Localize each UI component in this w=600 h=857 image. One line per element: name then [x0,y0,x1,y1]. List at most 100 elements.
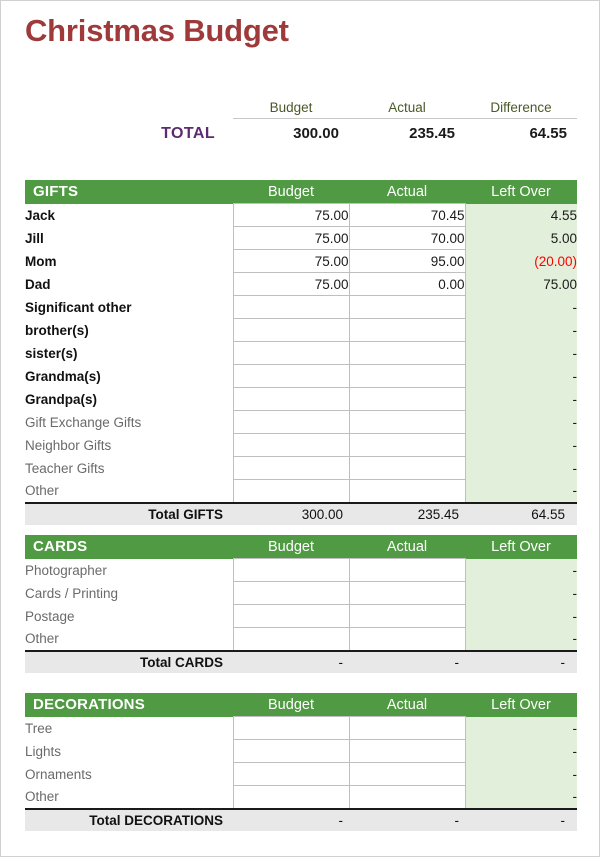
budget-cell[interactable]: 75.00 [232,272,350,296]
row-label: Ornaments [25,766,92,782]
column-header-budget: Budget [233,535,349,559]
actual-cell[interactable] [348,479,466,504]
row-label: Jack [25,207,56,223]
budget-cell[interactable] [232,318,350,342]
table-row: Jack 75.00 70.45 4.55 [25,203,577,227]
actual-cell[interactable] [348,762,466,786]
actual-cell[interactable] [348,387,466,411]
actual-cell[interactable] [348,341,466,365]
table-row: Neighbor Gifts - [25,433,577,457]
left-over-cell: - [465,785,577,809]
budget-cell[interactable] [232,604,350,628]
page-title: Christmas Budget [25,13,289,48]
section-gifts: GIFTS Budget Actual Left Over Jack 75.00 70.45… [25,180,577,525]
section-total-row: Total DECORATIONS - - - [25,808,577,831]
budget-cell[interactable] [232,295,350,319]
actual-cell[interactable] [348,318,466,342]
row-label: Other [25,483,59,499]
section-total-label: Total CARDS [25,650,233,673]
left-over-cell: 5.00 [465,226,577,250]
row-label: Cards / Printing [25,585,119,601]
budget-worksheet: Christmas Budget Budget Actual Differenc… [0,0,600,857]
column-header-left-over: Left Over [465,693,577,717]
left-over-cell: - [465,581,577,605]
actual-cell[interactable] [348,604,466,628]
section-total-budget: - [233,808,349,831]
actual-cell[interactable]: 0.00 [348,272,466,296]
budget-cell[interactable] [232,762,350,786]
actual-cell[interactable] [348,364,466,388]
summary-header-budget: Budget [233,100,349,119]
budget-cell[interactable] [232,341,350,365]
summary-header-spacer [25,100,233,119]
table-row: Tree - [25,716,577,740]
section-decorations: DECORATIONS Budget Actual Left Over Tree - Lig… [25,693,577,831]
section-table-decorations: DECORATIONS Budget Actual Left Over Tree - Lig… [25,693,577,831]
budget-cell[interactable] [232,364,350,388]
left-over-cell: 4.55 [465,203,577,227]
summary-header-actual: Actual [349,100,465,119]
column-header-left-over: Left Over [465,535,577,559]
section-total-budget: - [233,650,349,673]
row-label: sister(s) [25,345,78,361]
section-title-gifts: GIFTS [25,180,233,204]
left-over-cell: - [465,341,577,365]
column-header-left-over: Left Over [465,180,577,204]
budget-cell[interactable] [232,627,350,652]
actual-cell[interactable] [348,716,466,740]
section-header-row: GIFTS Budget Actual Left Over [25,180,577,204]
row-label: Postage [25,608,75,624]
row-label: Neighbor Gifts [25,437,112,453]
section-total-label: Total GIFTS [25,502,233,525]
budget-cell[interactable]: 75.00 [232,226,350,250]
left-over-cell: - [465,762,577,786]
budget-cell[interactable] [232,716,350,740]
actual-cell[interactable] [348,295,466,319]
budget-cell[interactable] [232,785,350,810]
budget-cell[interactable] [232,387,350,411]
row-label: brother(s) [25,322,89,338]
left-over-cell: - [465,716,577,740]
table-row: sister(s) - [25,341,577,365]
left-over-cell: - [465,433,577,457]
column-header-actual: Actual [349,180,465,204]
left-over-cell: - [465,387,577,411]
budget-cell[interactable] [232,433,350,457]
budget-cell[interactable] [232,479,350,504]
actual-cell[interactable]: 70.45 [348,203,466,227]
budget-cell[interactable]: 75.00 [232,249,350,273]
column-header-budget: Budget [233,693,349,717]
left-over-cell: - [465,558,577,582]
actual-cell[interactable]: 70.00 [348,226,466,250]
left-over-cell: - [465,295,577,319]
budget-cell[interactable] [232,581,350,605]
actual-cell[interactable] [348,433,466,457]
summary-total-row: TOTAL 300.00 235.45 64.55 [25,119,577,147]
left-over-cell: - [465,627,577,651]
actual-cell[interactable] [348,739,466,763]
section-total-actual: - [349,808,465,831]
actual-cell[interactable] [348,581,466,605]
actual-cell[interactable] [348,456,466,480]
actual-cell[interactable] [348,410,466,434]
budget-cell[interactable] [232,558,350,582]
section-header-row: CARDS Budget Actual Left Over [25,535,577,559]
left-over-cell: - [465,479,577,503]
table-row: Grandpa(s) - [25,387,577,411]
column-header-actual: Actual [349,693,465,717]
table-row: brother(s) - [25,318,577,342]
actual-cell[interactable] [348,627,466,652]
budget-cell[interactable]: 75.00 [232,203,350,227]
section-title-decorations: DECORATIONS [25,693,233,717]
actual-cell[interactable]: 95.00 [348,249,466,273]
budget-cell[interactable] [232,739,350,763]
actual-cell[interactable] [348,785,466,810]
column-header-actual: Actual [349,535,465,559]
section-header-row: DECORATIONS Budget Actual Left Over [25,693,577,717]
actual-cell[interactable] [348,558,466,582]
row-label: Tree [25,720,53,736]
budget-cell[interactable] [232,410,350,434]
section-total-left-over: - [465,808,577,831]
budget-cell[interactable] [232,456,350,480]
row-label: Other [25,631,59,647]
